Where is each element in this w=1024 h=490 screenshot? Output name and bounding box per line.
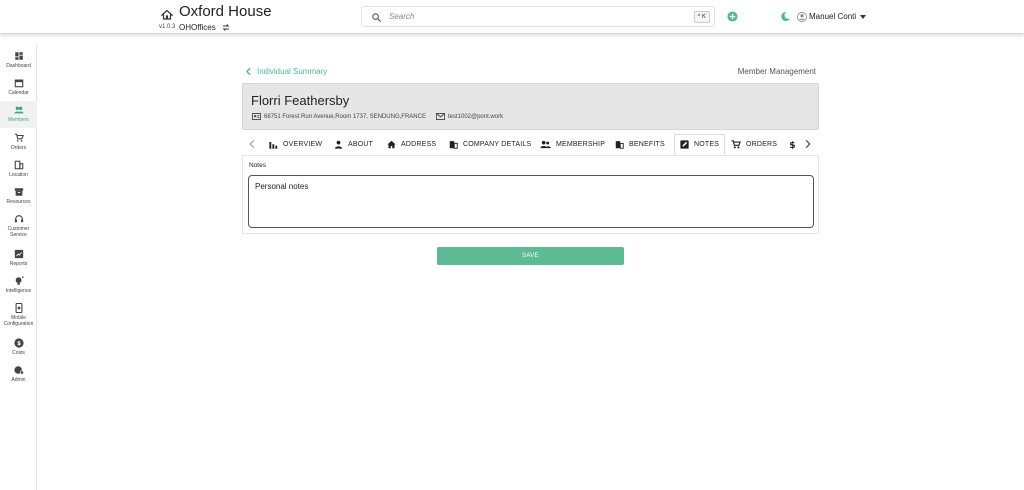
sidebar-item-label: Reports	[9, 261, 28, 267]
sidebar-item-label: Members	[8, 117, 29, 123]
section-title: Member Management	[737, 67, 816, 76]
search-input[interactable]	[389, 9, 669, 24]
tab-costs[interactable]: $	[789, 134, 801, 155]
chevron-down-icon[interactable]	[860, 15, 866, 19]
headset-icon	[14, 215, 23, 223]
sidebar-item-label: Mobile Configuration	[3, 315, 34, 327]
mobile-icon	[15, 303, 22, 313]
theme-toggle-icon[interactable]	[780, 11, 791, 22]
sidebar-item-label: Dashboard	[6, 63, 31, 69]
sidebar: Dashboard Calendar Members Orders Locati…	[0, 45, 37, 490]
tabs-scroll-left-icon[interactable]	[249, 139, 255, 149]
members-icon	[13, 106, 24, 114]
calendar-icon	[14, 79, 23, 88]
building-icon	[14, 160, 23, 170]
member-address: 68751 Forest Run Avenue,Room 1737, SENDU…	[264, 113, 426, 120]
archive-icon	[14, 188, 23, 196]
house-icon	[387, 140, 396, 149]
tab-label: NOTES	[694, 141, 720, 148]
member-contact-row: 68751 Forest Run Avenue,Room 1737, SENDU…	[252, 113, 503, 120]
svg-text:$: $	[789, 141, 795, 150]
tab-label: ABOUT	[348, 141, 374, 148]
cart-icon	[14, 133, 24, 142]
notes-panel: Notes Personal notes	[242, 155, 819, 234]
sidebar-item-label: Admin	[11, 377, 26, 383]
sidebar-item-label: Intelligence	[5, 288, 32, 294]
sidebar-item-costs[interactable]: $ Costs	[0, 337, 37, 360]
sidebar-item-label: Resources	[6, 199, 31, 205]
report-icon	[14, 249, 23, 259]
user-menu-name[interactable]: Manuel Conti	[809, 12, 856, 21]
dashboard-icon	[14, 52, 23, 60]
sidebar-item-calendar[interactable]: Calendar	[0, 77, 37, 100]
sidebar-item-dashboard[interactable]: Dashboard	[0, 50, 37, 73]
tab-membership[interactable]: MEMBERSHIP	[540, 134, 605, 155]
chart-bar-icon	[269, 141, 278, 149]
person-icon	[334, 140, 343, 149]
notes-textarea[interactable]: Personal notes	[248, 175, 814, 228]
member-name: Florri Feathersby	[251, 93, 350, 108]
tab-about[interactable]: ABOUT	[334, 134, 373, 155]
sidebar-item-resources[interactable]: Resources	[0, 186, 37, 209]
sidebar-item-admin[interactable]: Admin	[0, 364, 37, 387]
tab-label: ADDRESS	[401, 141, 437, 148]
notes-label: Notes	[249, 162, 266, 169]
company-icon	[449, 141, 458, 149]
chevron-left-icon	[245, 67, 251, 75]
sidebar-item-reports[interactable]: Reports	[0, 248, 37, 271]
member-tabs: OVERVIEW ABOUT ADDRESS COMPANY DETAILS M…	[242, 134, 819, 155]
tab-overview[interactable]: OVERVIEW	[269, 134, 322, 155]
tab-orders[interactable]: ORDERS	[731, 134, 777, 155]
tab-benefits[interactable]: BENEFITS	[615, 134, 665, 155]
tab-label: COMPANY DETAILS	[463, 141, 532, 148]
sidebar-item-customer-service[interactable]: Customer Service	[0, 213, 37, 243]
member-email[interactable]: test1002@pont.work	[448, 114, 503, 120]
sidebar-item-mobile-configuration[interactable]: Mobile Configuration	[0, 302, 37, 332]
svg-text:$: $	[16, 341, 20, 347]
email-icon	[435, 113, 445, 120]
avatar-icon[interactable]	[797, 12, 807, 22]
tab-notes[interactable]: NOTES	[674, 134, 726, 155]
tab-address[interactable]: ADDRESS	[387, 134, 436, 155]
sidebar-item-label: Costs	[12, 350, 25, 356]
sidebar-item-orders[interactable]: Orders	[0, 132, 37, 155]
search-shortcut-badge: ^ K	[693, 11, 710, 23]
sidebar-item-label: Location	[9, 172, 28, 178]
tab-label: BENEFITS	[629, 141, 665, 148]
group-icon	[540, 140, 551, 149]
back-link[interactable]: Individual Summary	[245, 65, 327, 77]
sidebar-item-intelligence[interactable]: Intelligence	[0, 275, 37, 298]
swap-icon[interactable]	[221, 23, 231, 32]
app-title: Oxford House	[179, 3, 272, 20]
address-card-icon	[252, 113, 261, 120]
top-bar: Oxford House v1.0.3 OHOffices ^ K Manuel…	[0, 0, 1024, 34]
home-icon[interactable]	[161, 9, 173, 21]
sidebar-item-location[interactable]: Location	[0, 159, 37, 182]
org-name: OHOffices	[179, 23, 216, 32]
benefits-icon	[615, 141, 624, 149]
search-icon	[372, 13, 382, 23]
app-version: v1.0.3	[159, 24, 176, 30]
sidebar-item-label: Calendar	[8, 90, 29, 96]
admin-icon	[13, 366, 24, 375]
sidebar-item-members[interactable]: Members	[0, 101, 37, 128]
member-header-card: Florri Feathersby 68751 Forest Run Avenu…	[242, 83, 819, 130]
dollar-icon: $	[13, 338, 24, 348]
tabs-scroll-right-icon[interactable]	[805, 139, 811, 149]
search-bar[interactable]: ^ K	[361, 6, 715, 27]
save-button[interactable]: SAVE	[437, 247, 624, 265]
cart-icon	[731, 140, 741, 149]
tab-label: OVERVIEW	[283, 141, 323, 148]
bulb-icon	[15, 276, 24, 285]
add-circle-icon[interactable]	[727, 11, 738, 22]
tab-company-details[interactable]: COMPANY DETAILS	[449, 134, 531, 155]
tab-label: MEMBERSHIP	[556, 141, 606, 148]
edit-note-icon	[680, 140, 689, 149]
sidebar-item-label: Customer Service	[7, 226, 30, 238]
back-link-label: Individual Summary	[257, 66, 328, 76]
sidebar-item-label: Orders	[10, 145, 27, 151]
tab-label: ORDERS	[746, 141, 778, 148]
dollar-icon: $	[789, 141, 795, 150]
